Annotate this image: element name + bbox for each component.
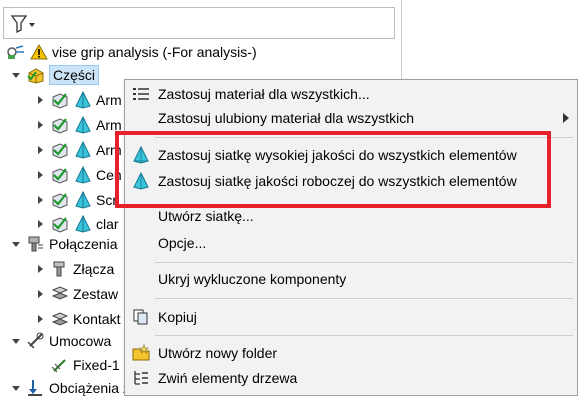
tree-part-row[interactable]: Arm [34, 114, 122, 136]
tree-sets-label: Zestaw [73, 286, 119, 302]
part-check-icon [50, 116, 70, 134]
menu-label: Zastosuj ulubiony materiał dla wszystkic… [158, 110, 414, 126]
filter-icon[interactable] [10, 14, 36, 34]
copy-icon [131, 308, 151, 326]
tree-fixtures-row[interactable]: Umocowa [10, 330, 111, 352]
menu-item-new-folder[interactable]: Utwórz nowy folder [125, 340, 577, 366]
material-list-icon [131, 85, 151, 103]
context-menu: Zastosuj materiał dla wszystkich... Zast… [124, 79, 578, 396]
tree-fixed-label: Fixed-1 [73, 357, 120, 373]
expanded-arrow-icon[interactable] [10, 335, 22, 347]
menu-separator [155, 335, 573, 336]
warning-icon [29, 43, 49, 61]
fixtures-icon [26, 332, 46, 350]
expanded-arrow-icon[interactable] [10, 238, 22, 250]
collapsed-arrow-icon[interactable] [34, 288, 46, 300]
contact-set-icon [50, 285, 70, 303]
menu-separator [155, 298, 573, 299]
tree-part-row[interactable]: clar [34, 213, 119, 235]
tree-root-row[interactable]: vise grip analysis (-For analysis-) [6, 41, 257, 63]
mesh-icon [73, 91, 93, 109]
tree-connections-row[interactable]: Połączenia [10, 233, 118, 255]
tree-parts-label: Części [49, 65, 100, 85]
menu-item-hide-excluded[interactable]: Ukryj wykluczone komponenty [125, 266, 577, 292]
collapsed-arrow-icon[interactable] [34, 169, 46, 181]
part-check-icon [50, 215, 70, 233]
connections-icon [26, 235, 46, 253]
collapsed-arrow-icon[interactable] [34, 194, 46, 206]
menu-label: Zastosuj materiał dla wszystkich... [158, 86, 370, 102]
tree-parts-row[interactable]: Części [10, 64, 100, 86]
expanded-arrow-icon[interactable] [10, 382, 22, 394]
tree-fixed-row[interactable]: Fixed-1 [34, 354, 120, 376]
mesh-icon [73, 191, 93, 209]
menu-item-copy[interactable]: Kopiuj [125, 304, 577, 330]
tree-part-row[interactable]: Arm [34, 89, 122, 111]
menu-item-apply-fav-material[interactable]: Zastosuj ulubiony materiał dla wszystkic… [125, 105, 577, 131]
collapsed-arrow-icon[interactable] [34, 144, 46, 156]
mesh-icon [73, 116, 93, 134]
menu-label: Ukryj wykluczone komponenty [158, 271, 347, 287]
expanded-arrow-icon[interactable] [10, 69, 22, 81]
tree-joints-row[interactable]: Złącza [34, 258, 114, 280]
part-check-icon [50, 141, 70, 159]
menu-item-apply-material-all[interactable]: Zastosuj materiał dla wszystkich... [125, 81, 577, 107]
study-icon [6, 43, 26, 61]
menu-label: Kopiuj [158, 309, 197, 325]
highlight-annotation-box [115, 131, 551, 208]
tree-joints-label: Złącza [73, 261, 115, 277]
part-check-icon [50, 191, 70, 209]
tree-fixtures-label: Umocowa [49, 333, 112, 349]
contact-icon [50, 310, 70, 328]
collapsed-arrow-icon[interactable] [34, 119, 46, 131]
mesh-icon [73, 166, 93, 184]
new-folder-icon [131, 344, 151, 362]
tree-root-label: vise grip analysis (-For analysis-) [52, 44, 257, 60]
tree-part-label: Scr [96, 192, 117, 208]
tree-part-row[interactable]: Scr [34, 189, 117, 211]
external-loads-icon [26, 379, 46, 396]
menu-separator [155, 262, 573, 263]
menu-label: Utwórz nowy folder [158, 345, 278, 361]
mesh-icon [73, 215, 93, 233]
submenu-arrow-icon [563, 113, 569, 123]
parts-folder-icon [26, 66, 46, 84]
tree-filter-box[interactable] [3, 7, 395, 39]
tree-connections-label: Połączenia [49, 236, 118, 252]
tree-contacts-label: Kontakt [73, 311, 121, 327]
menu-item-options[interactable]: Opcje... [125, 230, 577, 256]
part-check-icon [50, 91, 70, 109]
bolt-icon [50, 260, 70, 278]
menu-label: Utwórz siatkę... [158, 208, 254, 224]
tree-part-label: Arm [96, 92, 122, 108]
collapse-tree-icon [131, 369, 151, 387]
part-check-icon [50, 166, 70, 184]
fixed-geometry-icon [50, 356, 70, 374]
menu-label: Opcje... [158, 235, 207, 251]
tree-contacts-row[interactable]: Kontakt [34, 308, 120, 330]
mesh-icon [73, 141, 93, 159]
collapsed-arrow-icon[interactable] [34, 218, 46, 230]
menu-item-collapse-tree[interactable]: Zwiń elementy drzewa [125, 365, 577, 391]
tree-part-row[interactable]: Cen [34, 164, 122, 186]
tree-sets-row[interactable]: Zestaw [34, 283, 118, 305]
collapsed-arrow-icon[interactable] [34, 313, 46, 325]
collapsed-arrow-icon[interactable] [34, 263, 46, 275]
tree-part-label: clar [96, 216, 119, 232]
tree-part-row[interactable]: Arm [34, 139, 122, 161]
menu-label: Zwiń elementy drzewa [158, 370, 298, 386]
collapsed-arrow-icon[interactable] [34, 94, 46, 106]
